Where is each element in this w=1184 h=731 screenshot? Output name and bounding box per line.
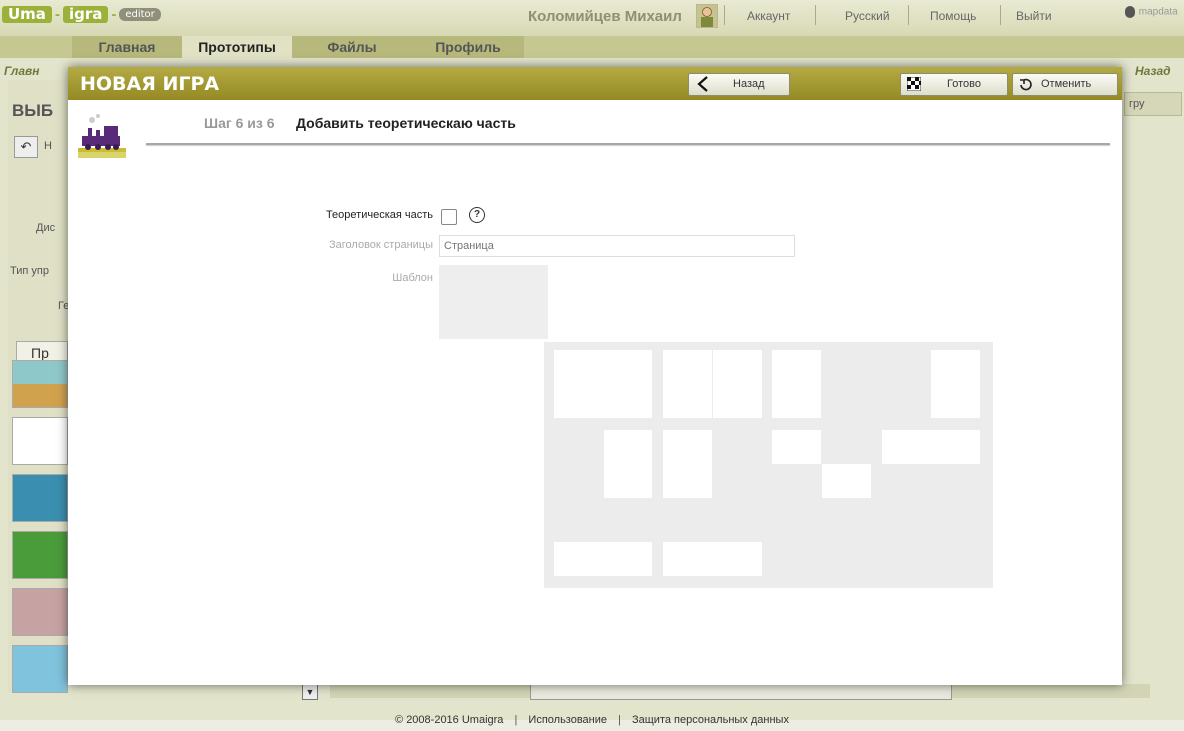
template-selector[interactable] bbox=[439, 265, 548, 339]
back-link[interactable]: Назад bbox=[1135, 64, 1171, 78]
castle-icon[interactable] bbox=[12, 588, 68, 636]
link-account[interactable]: Аккаунт bbox=[747, 9, 790, 23]
template-option-2b bbox=[713, 350, 762, 418]
mouse-icon bbox=[1125, 6, 1135, 18]
step-number: Шаг 6 из 6 bbox=[204, 115, 275, 131]
footer-privacy-link[interactable]: Защита персональных данных bbox=[632, 714, 789, 726]
separator bbox=[908, 5, 909, 25]
link-help[interactable]: Помощь bbox=[930, 9, 976, 23]
copyright: © 2008-2016 Umaigra bbox=[395, 714, 504, 726]
footer-usage-link[interactable]: Использование bbox=[528, 714, 607, 726]
template-option-2[interactable] bbox=[663, 350, 712, 418]
template-option-7b bbox=[822, 464, 871, 498]
logo-igra: igra bbox=[62, 5, 109, 23]
template-option-3[interactable] bbox=[772, 350, 821, 418]
theory-label: Теоретическая часть bbox=[325, 209, 433, 221]
template-option-5[interactable] bbox=[604, 430, 652, 498]
new-game-dialog: НОВАЯ ИГРА Назад Готово Отменить Шаг 6 и… bbox=[68, 67, 1122, 685]
tab-profile[interactable]: Профиль bbox=[412, 36, 524, 58]
cancel-button-label: Отменить bbox=[1041, 78, 1092, 90]
user-name[interactable]: Коломийцев Михаил bbox=[528, 8, 682, 25]
tab-files[interactable]: Файлы bbox=[292, 36, 412, 58]
checkered-flag-icon bbox=[907, 77, 921, 91]
dropdown-arrow-icon[interactable]: ▼ bbox=[302, 684, 318, 700]
tab-main[interactable]: Главная bbox=[72, 36, 182, 58]
logo[interactable]: Uma - igra - editor bbox=[2, 4, 161, 24]
user-avatar[interactable] bbox=[696, 4, 718, 28]
done-button[interactable]: Готово bbox=[900, 73, 1008, 96]
mapdata-label: mapdata bbox=[1138, 6, 1178, 18]
template-option-1[interactable] bbox=[554, 350, 652, 418]
footer: © 2008-2016 Umaigra | Использование | За… bbox=[0, 714, 1184, 726]
airplane-icon[interactable] bbox=[12, 645, 68, 693]
theory-checkbox[interactable] bbox=[441, 209, 457, 225]
logo-uma: Uma bbox=[2, 5, 52, 23]
footer-sep: | bbox=[514, 714, 518, 726]
undo-icon[interactable]: ↶ bbox=[14, 136, 38, 158]
dialog-title: НОВАЯ ИГРА bbox=[80, 73, 220, 95]
help-icon[interactable]: ? bbox=[469, 207, 485, 223]
undo-icon bbox=[1020, 78, 1032, 91]
bg-bottom-field[interactable] bbox=[530, 684, 952, 700]
separator bbox=[1000, 5, 1001, 25]
arrow-left-icon bbox=[697, 76, 708, 92]
train-icon bbox=[78, 110, 126, 162]
template-option-6[interactable] bbox=[663, 430, 712, 498]
soccer-ball-icon[interactable] bbox=[12, 531, 68, 579]
template-options bbox=[544, 342, 993, 588]
template-option-8[interactable] bbox=[882, 430, 980, 464]
back-button[interactable]: Назад bbox=[688, 73, 790, 96]
back-button-label: Назад bbox=[733, 78, 765, 90]
separator bbox=[815, 5, 816, 25]
page-title-field[interactable] bbox=[439, 235, 795, 257]
template-option-7[interactable] bbox=[772, 430, 821, 464]
cancel-button[interactable]: Отменить bbox=[1012, 73, 1118, 96]
template-option-10[interactable] bbox=[663, 542, 762, 576]
link-language[interactable]: Русский bbox=[845, 9, 890, 23]
page-title: ВЫБ bbox=[12, 101, 54, 120]
separator bbox=[724, 5, 725, 25]
template-option-4[interactable] bbox=[931, 350, 980, 418]
footer-sep: | bbox=[618, 714, 621, 726]
tab-prototypes[interactable]: Прототипы bbox=[182, 36, 292, 58]
page-title-label: Заголовок страницы bbox=[329, 239, 433, 251]
step-title: Добавить теоретическаю часть bbox=[296, 115, 516, 131]
prototype-list bbox=[12, 360, 68, 700]
logo-dash: - bbox=[54, 5, 60, 23]
template-option-9[interactable] bbox=[554, 542, 652, 576]
logo-editor-badge: editor bbox=[119, 7, 161, 21]
avatar-icon bbox=[701, 7, 713, 27]
divider bbox=[146, 143, 1110, 145]
link-logout[interactable]: Выйти bbox=[1016, 9, 1052, 23]
template-label: Шаблон bbox=[392, 272, 433, 284]
bg-label-disc: Дис bbox=[36, 222, 56, 234]
done-button-label: Готово bbox=[947, 78, 981, 90]
breadcrumb[interactable]: Главн bbox=[4, 64, 40, 78]
bg-label-type: Тип упр bbox=[10, 265, 49, 277]
pyramids-icon[interactable] bbox=[12, 360, 68, 408]
bg-icon-label: Н bbox=[44, 140, 52, 152]
train-icon[interactable] bbox=[12, 417, 68, 465]
logo-dash: - bbox=[111, 5, 117, 23]
bg-right-button[interactable]: гру bbox=[1124, 92, 1182, 116]
mapdata-logo[interactable]: mapdata bbox=[1124, 5, 1182, 21]
cat-icon[interactable] bbox=[12, 474, 68, 522]
